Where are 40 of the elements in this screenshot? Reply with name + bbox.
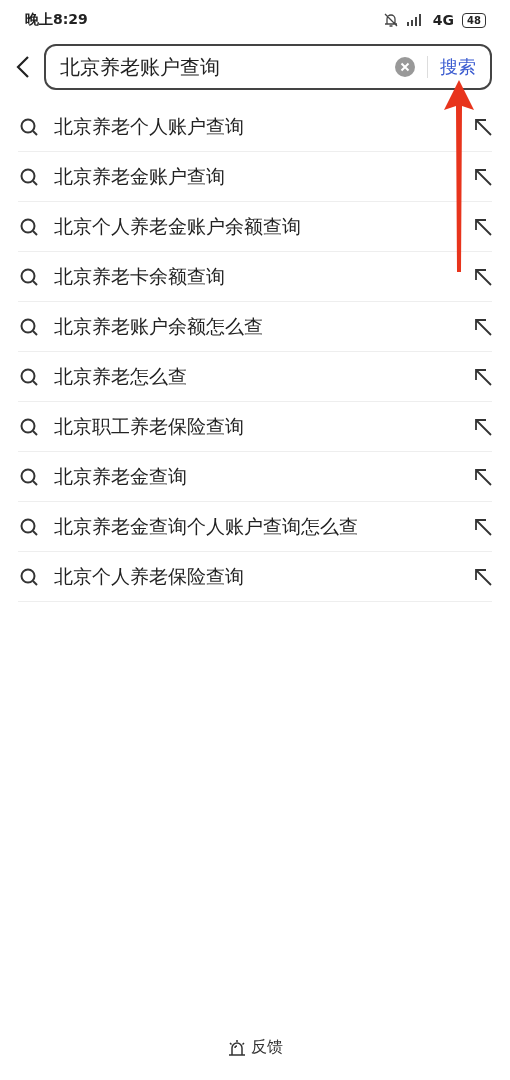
- suggestion-text[interactable]: 北京养老账户余额怎么查: [54, 313, 458, 340]
- bell-muted-icon: [382, 12, 399, 28]
- search-icon: [20, 517, 38, 536]
- search-icon: [20, 267, 38, 286]
- back-icon[interactable]: [16, 55, 30, 79]
- battery-level: 48: [462, 12, 486, 28]
- search-icon: [20, 117, 38, 136]
- fill-query-arrow-icon[interactable]: [474, 217, 492, 236]
- suggestion-text[interactable]: 北京职工养老保险查询: [54, 413, 458, 440]
- siren-icon: [227, 1038, 246, 1057]
- fill-query-arrow-icon[interactable]: [474, 567, 492, 586]
- fill-query-arrow-icon[interactable]: [474, 367, 492, 386]
- fill-query-arrow-icon[interactable]: [474, 467, 492, 486]
- search-icon: [20, 467, 38, 486]
- search-icon: [20, 417, 38, 436]
- suggestion-text[interactable]: 北京个人养老保险查询: [54, 563, 458, 590]
- suggestion-text[interactable]: 北京养老金账户查询: [54, 163, 458, 190]
- fill-query-arrow-icon[interactable]: [474, 517, 492, 536]
- network-type: 4G: [432, 12, 455, 28]
- feedback-link[interactable]: 反馈: [227, 1037, 283, 1058]
- fill-query-arrow-icon[interactable]: [474, 417, 492, 436]
- suggestion-text[interactable]: 北京个人养老金账户余额查询: [54, 213, 458, 240]
- suggestion-text[interactable]: 北京养老怎么查: [54, 363, 458, 390]
- search-icon: [20, 367, 38, 386]
- clear-icon[interactable]: [395, 57, 415, 77]
- status-time: 晚上8:29: [25, 11, 88, 29]
- suggestion-text[interactable]: 北京养老金查询个人账户查询怎么查: [54, 513, 458, 540]
- suggestion-text[interactable]: 北京养老个人账户查询: [54, 113, 458, 140]
- search-button[interactable]: 搜索: [440, 55, 476, 79]
- search-icon: [20, 167, 38, 186]
- search-icon: [20, 317, 38, 336]
- fill-query-arrow-icon[interactable]: [474, 317, 492, 336]
- search-field[interactable]: 北京养老账户查询 搜索: [44, 44, 492, 90]
- fill-query-arrow-icon[interactable]: [474, 167, 492, 186]
- search-icon: [20, 567, 38, 586]
- fill-query-arrow-icon[interactable]: [474, 117, 492, 136]
- fill-query-arrow-icon[interactable]: [474, 267, 492, 286]
- search-icon: [20, 217, 38, 236]
- suggestion-text[interactable]: 北京养老卡余额查询: [54, 263, 458, 290]
- suggestion-text[interactable]: 北京养老金查询: [54, 463, 458, 490]
